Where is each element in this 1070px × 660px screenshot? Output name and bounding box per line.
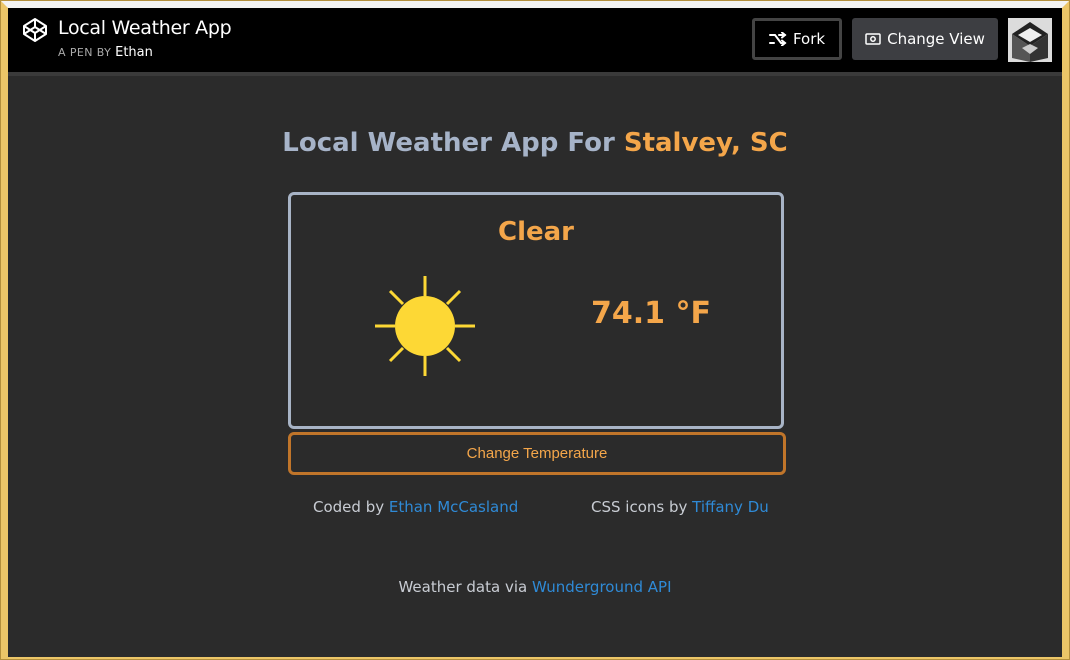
- temperature-value: 74.1 °F: [591, 296, 711, 331]
- fork-button[interactable]: Fork: [752, 18, 842, 60]
- fork-icon: [768, 32, 787, 46]
- change-view-label: Change View: [887, 30, 985, 48]
- coded-by-prefix: Coded by: [313, 498, 385, 516]
- change-view-button[interactable]: Change View: [852, 18, 998, 60]
- icons-link[interactable]: Tiffany Du: [692, 498, 769, 516]
- byline-prefix: A PEN BY: [58, 46, 112, 59]
- fork-label: Fork: [792, 30, 826, 48]
- pen-title: Local Weather App: [58, 17, 232, 39]
- coded-by-link[interactable]: Ethan McCasland: [389, 498, 518, 516]
- data-source-prefix: Weather data via: [398, 578, 528, 596]
- icons-credit: CSS icons by Tiffany Du: [591, 498, 769, 516]
- city-name: Stalvey, SC: [623, 128, 788, 158]
- change-temperature-button[interactable]: Change Temperature: [288, 432, 786, 475]
- weather-card: Clear 74.1 °F: [288, 192, 784, 429]
- icons-prefix: CSS icons by: [591, 498, 688, 516]
- byline: A PEN BY Ethan: [58, 45, 153, 60]
- data-source-link[interactable]: Wunderground API: [532, 578, 672, 596]
- avatar-image: [1008, 18, 1052, 62]
- weather-condition: Clear: [498, 217, 574, 247]
- page-title: Local Weather App For Stalvey, SC: [8, 128, 1062, 158]
- pen-header: Local Weather App A PEN BY Ethan Fork Ch…: [8, 8, 1062, 76]
- title-prefix: Local Weather App For: [282, 128, 615, 158]
- author-link[interactable]: Ethan: [115, 45, 153, 60]
- sun-icon: [375, 276, 475, 376]
- codepen-logo-icon[interactable]: [22, 17, 48, 43]
- eye-icon: [865, 33, 881, 45]
- coded-by-credit: Coded by Ethan McCasland: [313, 498, 518, 516]
- data-source-credit: Weather data via Wunderground API: [8, 578, 1062, 596]
- browser-window: Local Weather App A PEN BY Ethan Fork Ch…: [0, 0, 1070, 660]
- user-avatar[interactable]: [1008, 18, 1052, 62]
- weather-app: Local Weather App For Stalvey, SC Clear …: [8, 76, 1062, 657]
